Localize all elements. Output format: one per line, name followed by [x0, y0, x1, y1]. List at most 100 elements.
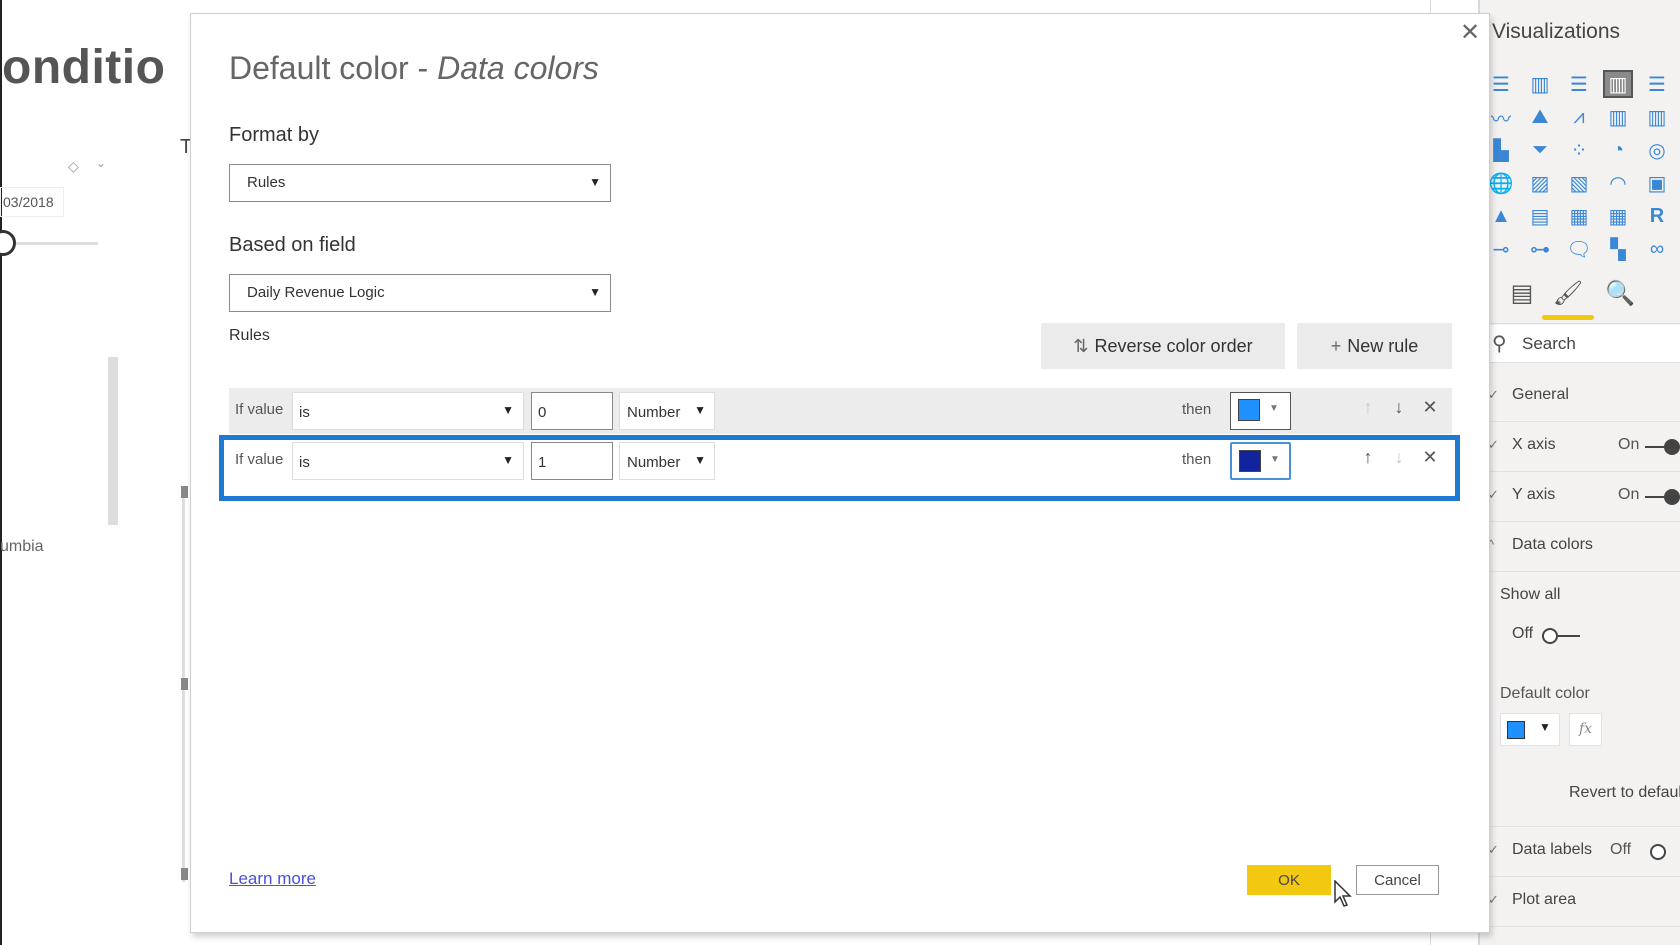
rule-then-label: then [1182, 401, 1212, 418]
rule-type-dropdown[interactable]: Number ▼ [619, 392, 715, 430]
based-on-field-value: Daily Revenue Logic [247, 284, 385, 301]
scatter-chart-icon[interactable]: ⁘ [1564, 136, 1594, 164]
rule-color-picker[interactable]: ▼ [1230, 442, 1291, 480]
move-down-arrow-icon[interactable]: ↓ [1388, 397, 1410, 421]
gauge-icon[interactable]: ◠ [1603, 169, 1633, 197]
analytics-magnifier-icon[interactable]: 🔍 [1600, 276, 1640, 310]
rule-value-input[interactable]: 0 [531, 392, 613, 430]
search-icon: ⚲ [1492, 333, 1507, 355]
line-clustered-column-icon[interactable]: ▥ [1603, 103, 1633, 131]
data-colors-dialog: ✕ Default color - Data colors Format by … [190, 13, 1490, 933]
clear-selections-icon[interactable]: ◇ [68, 158, 79, 175]
dialog-title-prefix: Default color - [229, 50, 438, 86]
new-rule-button[interactable]: + New rule [1297, 323, 1452, 369]
slicer-handle[interactable] [0, 230, 16, 256]
dialog-title: Default color - Data colors [229, 50, 599, 87]
show-all-label: Show all [1500, 586, 1561, 603]
reverse-color-order-label: Reverse color order [1094, 335, 1253, 356]
rule-type-dropdown[interactable]: Number ▼ [619, 442, 715, 480]
move-down-arrow-icon[interactable]: ↓ [1388, 447, 1410, 471]
rule-operator-dropdown[interactable]: is ▼ [292, 442, 524, 480]
show-all-toggle[interactable] [1542, 628, 1558, 644]
donut-chart-icon[interactable]: ◎ [1642, 136, 1672, 164]
move-up-arrow-icon[interactable]: ↑ [1357, 447, 1379, 471]
ribbon-chart-icon[interactable]: ▙ [1486, 136, 1516, 164]
more-visuals-icon[interactable]: ∞ [1642, 235, 1672, 263]
rule-then-label: then [1182, 451, 1212, 468]
data-labels-toggle[interactable] [1650, 844, 1666, 860]
pie-chart-icon[interactable]: ◔ [1603, 136, 1633, 164]
rule-operator-dropdown[interactable]: is ▼ [292, 392, 524, 430]
r-visual-icon[interactable]: R [1642, 202, 1672, 230]
key-influencers-icon[interactable]: ⊸ [1486, 235, 1516, 263]
kpi-icon[interactable]: ▲ [1486, 202, 1516, 230]
filled-map-icon[interactable]: ▨ [1525, 169, 1555, 197]
active-tab-indicator [1542, 315, 1594, 320]
100-stacked-bar-icon[interactable]: ☰ [1642, 70, 1672, 98]
rule-value: 0 [538, 404, 547, 421]
section-x-axis[interactable]: ✓ X axis On [1480, 422, 1680, 472]
area-chart-icon[interactable]: ⛰ [1525, 103, 1555, 131]
table-icon[interactable]: ▦ [1564, 202, 1594, 230]
funnel-icon[interactable]: ⏷ [1525, 136, 1555, 164]
resize-handle[interactable] [181, 678, 188, 690]
delete-rule-close-icon[interactable]: ✕ [1419, 397, 1441, 421]
learn-more-link[interactable]: Learn more [229, 869, 316, 889]
decomposition-tree-icon[interactable]: ⊶ [1525, 235, 1555, 263]
qa-icon[interactable]: 🗨 [1564, 235, 1594, 263]
ok-button[interactable]: OK [1247, 865, 1331, 895]
clustered-column-icon[interactable]: ▥ [1603, 70, 1633, 98]
slicer-icon[interactable]: ▤ [1525, 202, 1555, 230]
slicer-track[interactable] [12, 242, 98, 245]
section-plot-area[interactable]: ✓ Plot area [1480, 877, 1680, 927]
resize-handle[interactable] [181, 486, 188, 498]
toggle-knob[interactable] [1664, 439, 1680, 455]
stacked-bar-icon[interactable]: ☰ [1486, 70, 1516, 98]
show-all-toggle-track[interactable] [1558, 635, 1580, 637]
format-by-label: Format by [229, 124, 320, 146]
visual-scrollbar[interactable] [108, 357, 118, 525]
rule-row: If value is ▼ 0 Number ▼ then ▼ ↑ ↓ ✕ [229, 388, 1452, 434]
section-data-labels[interactable]: ✓ Data labels Off [1480, 827, 1680, 877]
axis-category-label: umbia [0, 538, 44, 555]
reverse-color-order-button[interactable]: ⇅ Reverse color order [1041, 323, 1285, 369]
caret-down-icon: ▼ [589, 175, 601, 189]
line-chart-icon[interactable]: 〰 [1486, 103, 1516, 131]
map-icon[interactable]: 🌐 [1486, 169, 1516, 197]
cancel-button[interactable]: Cancel [1356, 865, 1439, 895]
rule-value: 1 [538, 454, 547, 471]
conditional-formatting-fx-button[interactable]: fx [1569, 713, 1602, 746]
default-color-picker[interactable]: ▼ [1500, 713, 1560, 746]
section-data-colors[interactable]: ^ Data colors [1480, 522, 1680, 572]
toggle-knob[interactable] [1664, 489, 1680, 505]
default-color-label: Default color [1500, 685, 1590, 702]
clustered-bar-icon[interactable]: ☰ [1564, 70, 1594, 98]
section-y-axis[interactable]: ✓ Y axis On [1480, 472, 1680, 522]
rule-color-picker[interactable]: ▼ [1230, 392, 1291, 430]
based-on-field-dropdown[interactable]: Daily Revenue Logic ▼ [229, 274, 611, 312]
chevron-down-icon[interactable]: ⌄ [96, 156, 106, 170]
matrix-icon[interactable]: ▦ [1603, 202, 1633, 230]
line-stacked-column-icon[interactable]: ▥ [1642, 103, 1672, 131]
format-paint-roller-icon[interactable]: 🖌 [1548, 276, 1588, 310]
arcgis-map-icon[interactable]: ▚ [1603, 235, 1633, 263]
section-general[interactable]: ✓ General [1480, 372, 1680, 422]
color-swatch [1238, 399, 1260, 421]
stacked-column-icon[interactable]: ▥ [1525, 70, 1555, 98]
toggle-state: On [1618, 436, 1640, 453]
slicer-date-input[interactable]: 03/2018 [0, 187, 64, 217]
resize-handle[interactable] [181, 868, 188, 880]
format-search-input[interactable]: ⚲ Search [1480, 325, 1680, 363]
shape-map-icon[interactable]: ▧ [1564, 169, 1594, 197]
rule-value-input[interactable]: 1 [531, 442, 613, 480]
card-icon[interactable]: ▣ [1642, 169, 1672, 197]
move-up-arrow-icon[interactable]: ↑ [1357, 397, 1379, 421]
format-by-dropdown[interactable]: Rules ▼ [229, 164, 611, 202]
caret-down-icon: ▼ [589, 285, 601, 299]
revert-to-default-link[interactable]: Revert to default [1569, 784, 1680, 802]
delete-rule-close-icon[interactable]: ✕ [1419, 447, 1441, 471]
fields-tab-icon[interactable]: ▤ [1502, 276, 1542, 310]
stacked-area-icon[interactable]: ⩘ [1564, 103, 1594, 131]
sort-arrows-icon: ⇅ [1073, 335, 1089, 356]
close-icon[interactable]: ✕ [1457, 20, 1483, 46]
